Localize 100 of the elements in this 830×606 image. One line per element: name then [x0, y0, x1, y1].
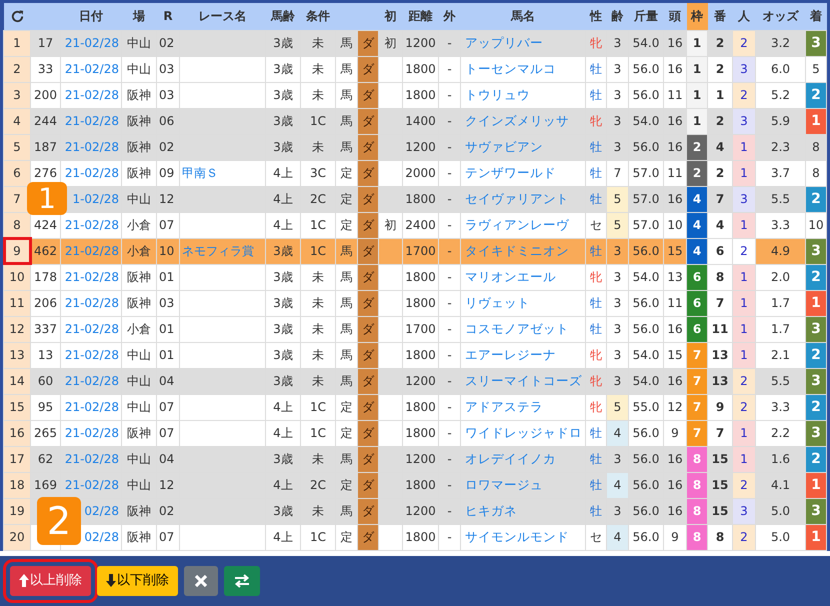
table-cell: 3 — [606, 82, 628, 108]
table-cell: 3 — [606, 30, 628, 56]
horse-name-link[interactable]: テンザワールド — [460, 160, 586, 186]
table-cell: 15 — [664, 238, 686, 264]
finish-place: 8 — [806, 134, 826, 160]
horse-name-link[interactable]: ヒキガネ — [460, 498, 586, 524]
table-cell: 16 — [664, 30, 686, 56]
table-cell: 206 — [30, 290, 60, 316]
table-cell: 54.0 — [628, 264, 664, 290]
table-cell: 未 — [300, 264, 336, 290]
horse-name-link[interactable]: サイモンルモンド — [460, 524, 586, 550]
horse-name-link[interactable]: トーセンマルコ — [460, 56, 586, 82]
table-cell: 4上 — [266, 212, 300, 238]
table-cell: 07 — [156, 420, 180, 446]
table-cell: 54.0 — [628, 108, 664, 134]
surface-label: ダ — [358, 160, 378, 186]
delete-below-button[interactable]: 以下削除 — [97, 566, 178, 596]
table-cell: 2000 — [402, 160, 438, 186]
horse-name-link[interactable]: タイキドミニオン — [460, 238, 586, 264]
table-cell: 5.0 — [756, 498, 806, 524]
horse-name-link[interactable]: マリオンエール — [460, 264, 586, 290]
horse-name-link[interactable]: スリーマイトコーズ — [460, 368, 586, 394]
table-cell: 02 — [156, 30, 180, 56]
horse-name-link[interactable]: リヴェット — [460, 290, 586, 316]
surface-label: ダ — [358, 472, 378, 498]
table-cell: 1 — [732, 420, 756, 446]
table-cell: 9 — [664, 420, 686, 446]
table-cell: 1C — [300, 238, 336, 264]
frame-number: 6 — [687, 316, 707, 342]
finish-place: 3 — [806, 498, 826, 524]
table-cell: 07 — [156, 212, 180, 238]
row-number: 18 — [4, 472, 30, 498]
table-cell: - — [438, 342, 460, 368]
column-header: 齢 — [606, 3, 628, 30]
table-cell: 2 — [732, 238, 756, 264]
table-cell: 13 — [664, 264, 686, 290]
table-cell: - — [438, 238, 460, 264]
table-cell: 阪神 — [122, 498, 156, 524]
table-cell: 1800 — [402, 394, 438, 420]
table-cell: 牝 — [586, 394, 606, 420]
table-cell: 定 — [336, 524, 358, 550]
horse-name-link[interactable]: トウリュウ — [460, 82, 586, 108]
table-cell: 牡 — [586, 186, 606, 212]
table-cell: - — [438, 498, 460, 524]
finish-place: 3 — [806, 316, 826, 342]
table-cell: 244 — [30, 108, 60, 134]
frame-number: 8 — [687, 498, 707, 524]
table-cell: 初 — [378, 212, 402, 238]
horse-name-link[interactable]: ワイドレッジャドロ — [460, 420, 586, 446]
table-cell: 16 — [664, 108, 686, 134]
reload-icon[interactable] — [10, 9, 24, 24]
table-cell: - — [438, 56, 460, 82]
surface-label: ダ — [358, 290, 378, 316]
column-header: 条件 — [300, 3, 336, 30]
table-cell: 1 — [732, 212, 756, 238]
table-cell: 1C — [300, 108, 336, 134]
table-cell: 4上 — [266, 472, 300, 498]
table-cell: 3歳 — [266, 342, 300, 368]
finish-place: 3 — [806, 368, 826, 394]
table-cell: 11 — [664, 160, 686, 186]
row-number: 8 — [4, 212, 30, 238]
horse-name-link[interactable]: オレデイイノカ — [460, 446, 586, 472]
horse-name-link[interactable]: コスモノアゼット — [460, 316, 586, 342]
frame-number: 1 — [687, 108, 707, 134]
column-header: レース名 — [180, 3, 266, 30]
table-cell: 3 — [606, 238, 628, 264]
horse-name-link[interactable]: エアーレジーナ — [460, 342, 586, 368]
table-cell: 牡 — [586, 238, 606, 264]
horse-name-link[interactable]: アドアステラ — [460, 394, 586, 420]
frame-number: 4 — [687, 186, 707, 212]
table-cell: 2 — [732, 472, 756, 498]
horse-name-link[interactable]: アップリバー — [460, 30, 586, 56]
table-cell: 2.2 — [756, 420, 806, 446]
table-cell: 56.0 — [628, 290, 664, 316]
swap-button[interactable] — [224, 566, 260, 596]
horse-name-link[interactable]: サヴァビアン — [460, 134, 586, 160]
table-cell: 阪神 — [122, 160, 156, 186]
table-cell: 02 — [156, 134, 180, 160]
table-cell: 1800 — [402, 524, 438, 550]
table-cell: 3 — [732, 108, 756, 134]
horse-name-link[interactable]: クインズメリッサ — [460, 108, 586, 134]
clear-button[interactable] — [184, 566, 218, 596]
table-cell: 馬 — [336, 238, 358, 264]
horse-name-link[interactable]: セイヴァリアント — [460, 186, 586, 212]
table-cell: 牡 — [586, 446, 606, 472]
horse-name-link[interactable]: ロワマージュ — [460, 472, 586, 498]
horse-name-link[interactable]: ラヴィアンレーヴ — [460, 212, 586, 238]
table-cell: - — [438, 134, 460, 160]
finish-place: 1 — [806, 108, 826, 134]
surface-label: ダ — [358, 420, 378, 446]
table-cell: 62 — [30, 446, 60, 472]
frame-number: 4 — [687, 212, 707, 238]
table-cell: 馬 — [336, 368, 358, 394]
column-header: 枠 — [686, 3, 708, 30]
table-cell: 馬 — [336, 290, 358, 316]
row-number: 3 — [4, 82, 30, 108]
surface-label: ダ — [358, 186, 378, 212]
table-cell: 1C — [300, 420, 336, 446]
table-cell: 1200 — [402, 498, 438, 524]
surface-label: ダ — [358, 108, 378, 134]
